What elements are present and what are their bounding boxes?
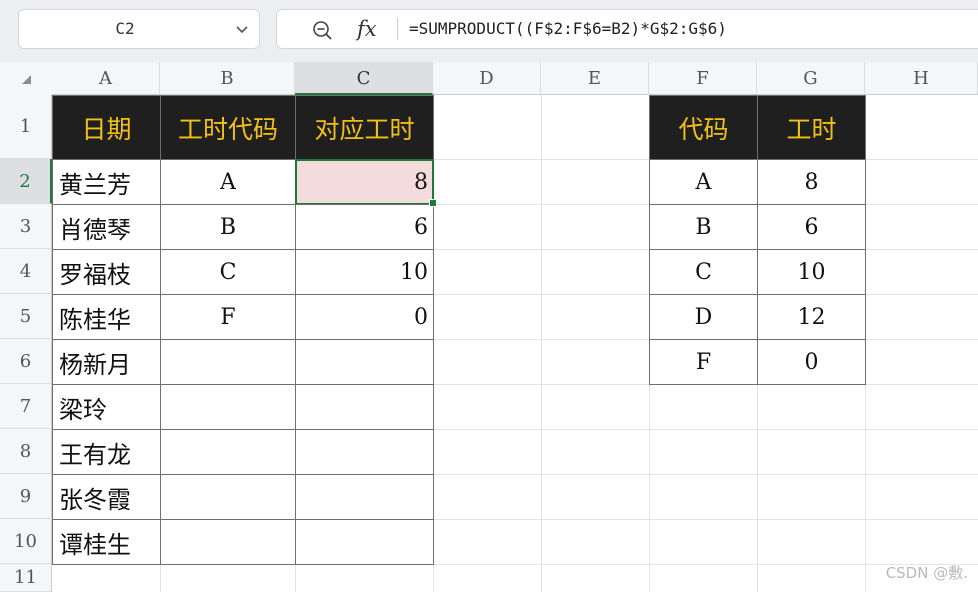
row-header-7[interactable]: 7 (0, 384, 52, 429)
lookup-code-cell[interactable]: C (649, 249, 758, 295)
row-header-3[interactable]: 3 (0, 204, 52, 249)
watermark: CSDN @敷. (885, 564, 968, 582)
formula-input[interactable]: fx =SUMPRODUCT((F$2:F$6=B2)*G$2:G$6) (276, 9, 978, 49)
row-header-5[interactable]: 5 (0, 294, 52, 339)
name-cell[interactable]: 黄兰芳 (52, 159, 161, 205)
lookup-code-cell[interactable]: A (649, 159, 758, 205)
column-header-a[interactable]: A (52, 62, 160, 95)
lookup-hours-cell[interactable]: 8 (757, 159, 866, 205)
row-header-9[interactable]: 9 (0, 474, 52, 519)
code-cell[interactable] (160, 429, 296, 475)
row-header-1[interactable]: 1 (0, 95, 52, 159)
lookup-code-cell[interactable]: B (649, 204, 758, 250)
name-cell[interactable]: 谭桂生 (52, 519, 161, 565)
code-cell[interactable] (160, 339, 296, 385)
code-cell[interactable]: A (160, 159, 296, 205)
row-header-2[interactable]: 2 (0, 159, 52, 204)
name-cell[interactable]: 罗福枝 (52, 249, 161, 295)
column-header-f[interactable]: F (649, 62, 757, 95)
name-cell[interactable]: 王有龙 (52, 429, 161, 475)
header-cell[interactable]: 对应工时 (295, 95, 434, 160)
code-cell[interactable]: B (160, 204, 296, 250)
lookup-header-cell[interactable]: 代码 (649, 95, 758, 160)
hours-cell[interactable] (295, 519, 434, 565)
formula-separator (397, 18, 398, 40)
column-header-h[interactable]: H (865, 62, 978, 95)
lookup-hours-cell[interactable]: 12 (757, 294, 866, 340)
zoom-out-icon[interactable] (311, 19, 333, 41)
code-cell[interactable]: F (160, 294, 296, 340)
code-cell[interactable] (160, 519, 296, 565)
fx-icon[interactable]: fx (357, 14, 385, 44)
name-box[interactable]: C2 (18, 9, 260, 49)
lookup-header-cell[interactable]: 工时 (757, 95, 866, 160)
gridline-v (541, 95, 542, 592)
name-cell[interactable]: 陈桂华 (52, 294, 161, 340)
select-all-icon (22, 75, 31, 84)
header-cell[interactable]: 日期 (52, 95, 161, 160)
lookup-hours-cell[interactable]: 0 (757, 339, 866, 385)
row-header-6[interactable]: 6 (0, 339, 52, 384)
name-cell[interactable]: 梁玲 (52, 384, 161, 430)
name-cell[interactable]: 杨新月 (52, 339, 161, 385)
header-cell[interactable]: 工时代码 (160, 95, 296, 160)
lookup-code-cell[interactable]: D (649, 294, 758, 340)
column-header-g[interactable]: G (757, 62, 865, 95)
hours-cell[interactable] (295, 429, 434, 475)
column-header-c[interactable]: C (295, 62, 433, 95)
hours-cell[interactable] (295, 339, 434, 385)
fill-handle[interactable] (429, 199, 437, 207)
lookup-code-cell[interactable]: F (649, 339, 758, 385)
name-box-value: C2 (115, 19, 135, 38)
formula-text[interactable]: =SUMPRODUCT((F$2:F$6=B2)*G$2:G$6) (409, 10, 727, 48)
chevron-down-icon[interactable] (235, 22, 249, 36)
code-cell[interactable] (160, 384, 296, 430)
formula-bar: C2 fx =SUMPRODUCT((F$2:F$6=B2)*G$2:G$6) (0, 0, 978, 62)
row-header-8[interactable]: 8 (0, 429, 52, 474)
active-cell-c2[interactable]: 8 (295, 159, 434, 205)
row-header-10[interactable]: 10 (0, 519, 52, 564)
hours-cell[interactable]: 6 (295, 204, 434, 250)
code-cell[interactable]: C (160, 249, 296, 295)
code-cell[interactable] (160, 474, 296, 520)
lookup-hours-cell[interactable]: 6 (757, 204, 866, 250)
lookup-hours-cell[interactable]: 10 (757, 249, 866, 295)
name-cell[interactable]: 张冬霞 (52, 474, 161, 520)
hours-cell[interactable] (295, 474, 434, 520)
column-header-e[interactable]: E (541, 62, 649, 95)
hours-cell[interactable]: 0 (295, 294, 434, 340)
name-cell[interactable]: 肖德琴 (52, 204, 161, 250)
column-header-d[interactable]: D (433, 62, 541, 95)
hours-cell[interactable]: 10 (295, 249, 434, 295)
column-header-b[interactable]: B (160, 62, 295, 95)
select-all-corner[interactable] (0, 62, 52, 95)
hours-cell[interactable] (295, 384, 434, 430)
row-header-4[interactable]: 4 (0, 249, 52, 294)
row-header-11[interactable]: 11 (0, 564, 52, 592)
